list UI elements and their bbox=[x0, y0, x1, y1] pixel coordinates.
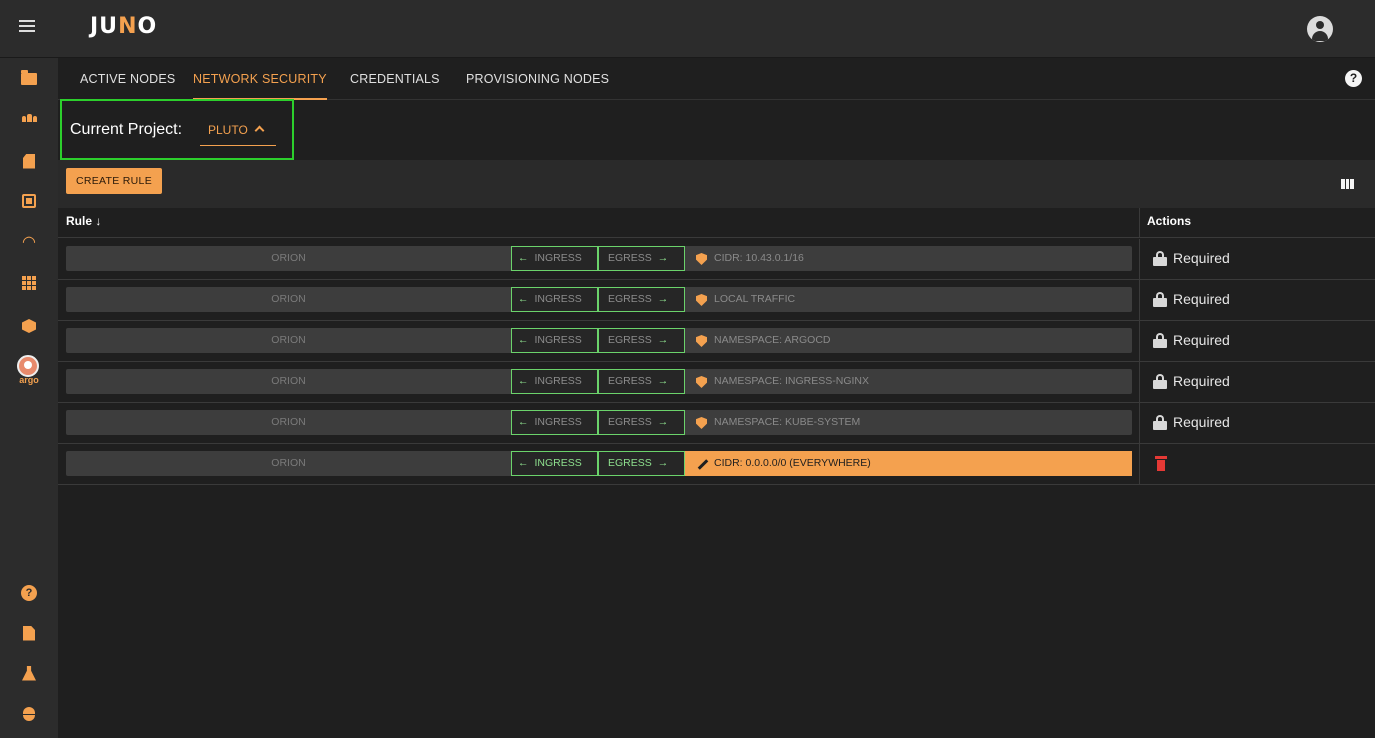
people-icon[interactable] bbox=[20, 109, 38, 127]
ingress-toggle[interactable]: ← INGRESS bbox=[511, 246, 598, 271]
table-row: ORION ← INGRESS EGRESS → CIDR: 0.0.0.0/0 (… bbox=[58, 444, 1375, 485]
create-rule-button[interactable]: CREATE RULE bbox=[66, 168, 162, 194]
tab-active-nodes[interactable]: ACTIVE NODES bbox=[80, 58, 175, 100]
ingress-toggle[interactable]: ← INGRESS bbox=[511, 369, 598, 394]
rules-table: CREATE RULE Rule ↓ Actions ORION ← INGRES… bbox=[58, 160, 1375, 738]
help-icon[interactable]: ? bbox=[1345, 70, 1362, 87]
sd-card-icon[interactable] bbox=[20, 152, 38, 170]
rule-pill: ORION ← INGRESS EGRESS → CIDR: 10.43.0.1/1… bbox=[66, 246, 1132, 271]
tab-network-security[interactable]: NETWORK SECURITY bbox=[193, 58, 327, 100]
rule-source: ORION bbox=[271, 252, 306, 264]
sidebar: ◠ argo ? bbox=[0, 58, 58, 738]
rule-destination: LOCAL TRAFFIC bbox=[714, 293, 796, 305]
lock-icon bbox=[1153, 251, 1167, 266]
hamburger-menu-icon[interactable] bbox=[19, 20, 35, 34]
ingress-toggle[interactable]: ← INGRESS bbox=[511, 287, 598, 312]
table-toolbar: CREATE RULE bbox=[58, 160, 1375, 208]
project-select[interactable]: PLUTO bbox=[200, 118, 276, 146]
tab-bar: ACTIVE NODES NETWORK SECURITY CREDENTIAL… bbox=[58, 58, 1375, 100]
rule-column-header[interactable]: Rule ↓ bbox=[66, 214, 101, 228]
egress-toggle[interactable]: EGRESS → bbox=[598, 410, 685, 435]
rule-destination: NAMESPACE: INGRESS-NGINX bbox=[714, 375, 869, 387]
right-arrow-icon: → bbox=[657, 252, 669, 264]
sort-arrow-icon: ↓ bbox=[95, 214, 102, 228]
lock-icon bbox=[1153, 415, 1167, 430]
tab-credentials[interactable]: CREDENTIALS bbox=[350, 58, 440, 100]
rule-source: ORION bbox=[271, 334, 306, 346]
egress-toggle[interactable]: EGRESS → bbox=[598, 328, 685, 353]
ingress-toggle[interactable]: ← INGRESS bbox=[511, 451, 598, 476]
rule-pill: ORION ← INGRESS EGRESS → CIDR: 0.0.0.0/0 (… bbox=[66, 451, 1132, 476]
document-icon[interactable] bbox=[20, 624, 38, 642]
egress-toggle[interactable]: EGRESS → bbox=[598, 369, 685, 394]
table-row: ORION ← INGRESS EGRESS → CIDR: 10.43.0.1/1… bbox=[58, 239, 1375, 280]
ingress-toggle[interactable]: ← INGRESS bbox=[511, 328, 598, 353]
app-root: JUNO ◠ argo ? ACTIVE NODES NETWORK SECUR… bbox=[0, 0, 1375, 738]
rule-destination-editable[interactable]: CIDR: 0.0.0.0/0 (EVERYWHERE) bbox=[685, 451, 1132, 476]
right-arrow-icon: → bbox=[657, 416, 669, 428]
bug-icon[interactable] bbox=[20, 705, 38, 723]
table-row: ORION ← INGRESS EGRESS → LOCAL TRAFFIC Req… bbox=[58, 280, 1375, 321]
required-label: Required bbox=[1173, 250, 1230, 266]
right-arrow-icon: → bbox=[657, 457, 669, 469]
egress-toggle[interactable]: EGRESS → bbox=[598, 287, 685, 312]
ingress-toggle[interactable]: ← INGRESS bbox=[511, 410, 598, 435]
rule-destination: NAMESPACE: KUBE-SYSTEM bbox=[714, 416, 861, 428]
flask-icon[interactable] bbox=[20, 664, 38, 682]
delete-icon[interactable] bbox=[1155, 456, 1167, 471]
required-label: Required bbox=[1173, 332, 1230, 348]
right-arrow-icon: → bbox=[657, 293, 669, 305]
app-logo[interactable]: JUNO bbox=[90, 14, 157, 39]
left-arrow-icon: ← bbox=[518, 293, 529, 305]
user-avatar-icon[interactable] bbox=[1307, 16, 1333, 42]
table-header: Rule ↓ Actions bbox=[58, 208, 1375, 238]
wifi-icon[interactable]: ◠ bbox=[20, 234, 38, 252]
egress-toggle[interactable]: EGRESS → bbox=[598, 246, 685, 271]
right-arrow-icon: → bbox=[657, 334, 669, 346]
cube-icon[interactable] bbox=[20, 317, 38, 335]
rule-source: ORION bbox=[271, 457, 306, 469]
rule-destination: NAMESPACE: ARGOCD bbox=[714, 334, 831, 346]
required-label: Required bbox=[1173, 414, 1230, 430]
right-arrow-icon: → bbox=[657, 375, 669, 387]
chip-icon[interactable] bbox=[20, 192, 38, 210]
table-row: ORION ← INGRESS EGRESS → NAMESPACE: KUBE-S… bbox=[58, 403, 1375, 444]
chevron-up-icon bbox=[254, 125, 265, 136]
left-arrow-icon: ← bbox=[518, 375, 529, 387]
lock-icon bbox=[1153, 333, 1167, 348]
rule-pill: ORION ← INGRESS EGRESS → NAMESPACE: ARGOCD bbox=[66, 328, 1132, 353]
project-value: PLUTO bbox=[208, 123, 248, 137]
lock-icon bbox=[1153, 292, 1167, 307]
rule-source: ORION bbox=[271, 375, 306, 387]
left-arrow-icon: ← bbox=[518, 416, 529, 428]
required-label: Required bbox=[1173, 291, 1230, 307]
left-arrow-icon: ← bbox=[518, 252, 529, 264]
left-arrow-icon: ← bbox=[518, 334, 529, 346]
rule-pill: ORION ← INGRESS EGRESS → NAMESPACE: KUBE-S… bbox=[66, 410, 1132, 435]
apps-grid-icon[interactable] bbox=[20, 274, 38, 292]
table-row: ORION ← INGRESS EGRESS → NAMESPACE: INGRES… bbox=[58, 362, 1375, 403]
top-bar: JUNO bbox=[0, 0, 1375, 58]
columns-icon[interactable] bbox=[1341, 179, 1355, 189]
help-icon[interactable]: ? bbox=[20, 584, 38, 602]
current-project-label: Current Project: bbox=[70, 121, 183, 138]
rule-destination: CIDR: 10.43.0.1/16 bbox=[714, 252, 804, 264]
rule-source: ORION bbox=[271, 293, 306, 305]
lock-icon bbox=[1153, 374, 1167, 389]
tab-provisioning-nodes[interactable]: PROVISIONING NODES bbox=[466, 58, 609, 100]
required-label: Required bbox=[1173, 373, 1230, 389]
egress-toggle[interactable]: EGRESS → bbox=[598, 451, 685, 476]
actions-column-header: Actions bbox=[1147, 214, 1192, 228]
argo-logo-icon[interactable]: argo bbox=[17, 355, 41, 389]
folder-icon[interactable] bbox=[20, 70, 38, 88]
table-row: ORION ← INGRESS EGRESS → NAMESPACE: ARGOCD… bbox=[58, 321, 1375, 362]
rule-source: ORION bbox=[271, 416, 306, 428]
rule-pill: ORION ← INGRESS EGRESS → NAMESPACE: INGRES… bbox=[66, 369, 1132, 394]
left-arrow-icon: ← bbox=[518, 457, 529, 469]
rule-pill: ORION ← INGRESS EGRESS → LOCAL TRAFFIC bbox=[66, 287, 1132, 312]
